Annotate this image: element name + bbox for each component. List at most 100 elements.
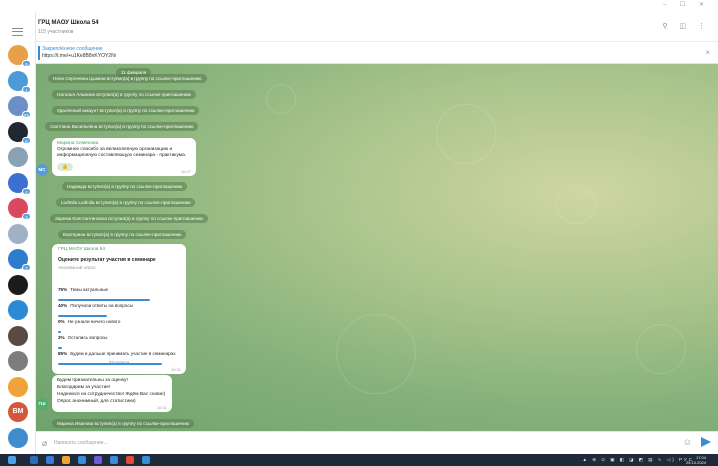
message-time: 10:27 [180, 169, 191, 174]
message-bubble[interactable]: Будем признательны за оценку! Благодарим… [52, 375, 172, 412]
chat-avatar[interactable] [8, 147, 28, 167]
member-count: 115 участников [38, 29, 74, 35]
avatar[interactable]: ГШ [36, 398, 48, 410]
chat-header[interactable]: ГРЦ МАОУ Школа 54 115 участников ⚲ ◫ ⋮ [36, 12, 718, 42]
unread-badge: 9 [22, 60, 31, 67]
service-message: Ludmila Ludmila вступил(а) в группу по с… [56, 198, 196, 207]
message-time: 10:31 [170, 367, 181, 372]
columns-icon[interactable]: ◫ [679, 23, 691, 30]
service-message: Марина Иванова вступил(а) в группу по сс… [52, 419, 195, 428]
taskbar-app-icon[interactable] [78, 456, 86, 464]
windows-start-icon[interactable] [8, 456, 16, 464]
window-controls[interactable]: – ☐ ✕ [663, 1, 710, 8]
taskbar-app-icon[interactable] [126, 456, 134, 464]
clock[interactable]: 17:04 25.10.2024 [686, 455, 706, 465]
service-message: Удаленный аккаунт вступил(а) в группу по… [52, 106, 200, 115]
poll-type: Анонимный опрос [58, 265, 96, 270]
message-area[interactable]: 11 февраля Нели Сергеевна Цыкина вступил… [36, 64, 718, 431]
chat-list-sidebar: 9 1 55 8 4 9 2 ВМ [0, 12, 36, 454]
avatar[interactable]: МС [36, 164, 48, 176]
chat-avatar[interactable]: 55 [8, 96, 31, 118]
message-composer: ⌀ Написать сообщение... ☺ [36, 431, 718, 454]
poll-option-percent: 0% [58, 319, 65, 324]
taskbar-app-icon[interactable] [142, 456, 150, 464]
emoji-icon[interactable]: ☺ [683, 437, 692, 447]
message-bubble[interactable]: Марина Семёнова Огромное спасибо за вели… [52, 138, 196, 176]
search-icon[interactable]: ⚲ [662, 23, 672, 30]
chat-avatar[interactable] [8, 376, 28, 397]
message-text: Опрос анонимный, для статистики) [57, 399, 136, 404]
taskbar-app-icon[interactable] [94, 456, 102, 464]
unread-badge: 1 [22, 85, 31, 93]
unread-badge: 8 [22, 136, 31, 144]
chat-title[interactable]: ГРЦ МАОУ Школа 54 [38, 20, 99, 26]
pinned-bar [38, 46, 40, 60]
sender-name[interactable]: Марина Семёнова [57, 141, 98, 146]
attach-icon[interactable]: ⌀ [42, 438, 47, 449]
wallpaper-doodle [556, 184, 596, 224]
service-message: Наталья Алыкина вступил(а) в группу по с… [52, 90, 196, 99]
poll-votes[interactable]: 33 голоса [52, 360, 186, 365]
unread-badge: 4 [22, 187, 31, 195]
wallpaper-doodle [266, 84, 296, 114]
service-message: Екатерина вступил(а) в группу по ссылке-… [58, 230, 187, 239]
poll-option-label: Остались вопросы [67, 335, 108, 340]
avatar-initials: ВМ [12, 408, 24, 415]
chat-avatar[interactable]: 1 [8, 70, 31, 93]
chat-avatar[interactable] [8, 223, 28, 244]
chat-avatar[interactable]: 2 [8, 249, 31, 271]
chat-avatar[interactable]: 9 [8, 45, 31, 67]
sender-name[interactable]: ГРЦ МАОУ Школа 54 [58, 247, 105, 252]
wallpaper-doodle [636, 324, 686, 374]
pinned-title: Закреплённое сообщение [42, 46, 103, 52]
poll-option-percent: 3% [58, 335, 65, 340]
os-taskbar: ▲ ⊕ ⊙ ▣ ◧ ◪ ◩ ▤ ∿ ◁) РУС 17:04 25.10.202… [0, 454, 718, 466]
unread-badge: 55 [21, 111, 31, 118]
poll-question: Оцените результат участия в семинаре [58, 257, 156, 263]
wallpaper-doodle [436, 104, 496, 164]
pinned-message[interactable]: Закреплённое сообщение https://t.me/+u1K… [36, 42, 718, 64]
poll-option-label: Темы актуальные [70, 287, 109, 292]
chat-avatar[interactable] [8, 427, 28, 448]
pinned-link[interactable]: https://t.me/+u1Ke8B8nKYOY2Ni [42, 53, 116, 59]
message-text: Благодарим за участие! [57, 385, 111, 390]
system-tray[interactable]: ▲ ⊕ ⊙ ▣ ◧ ◪ ◩ ▤ ∿ ◁) РУС [583, 457, 695, 463]
poll-option-percent: 75% [58, 287, 68, 292]
more-vert-icon[interactable]: ⋮ [698, 23, 710, 30]
window-titlebar: – ☐ ✕ [0, 0, 718, 12]
send-icon[interactable] [701, 437, 711, 447]
message-input[interactable]: Написать сообщение... [54, 440, 108, 446]
chat-avatar[interactable]: 4 [8, 172, 31, 195]
service-message: Зарема Константиновна вступил(а) в групп… [50, 214, 208, 223]
poll-option-percent: 40% [58, 303, 68, 308]
poll-option-label: Будем и дальше принимать участие в семин… [70, 351, 176, 356]
wallpaper-doodle [336, 314, 416, 394]
taskbar-app-icon[interactable] [62, 456, 70, 464]
taskbar-app-icon[interactable] [30, 456, 38, 464]
chat-avatar[interactable] [8, 351, 28, 371]
service-message: Нели Сергеевна Цыкина вступил(а) в групп… [48, 74, 207, 83]
reaction-badge[interactable]: 👍 [57, 163, 73, 171]
poll-option-label: Не узнали ничего нового [67, 319, 121, 324]
chat-avatar[interactable]: 9 [8, 198, 31, 220]
service-message: Надежда вступил(а) в группу по ссылке-пр… [62, 182, 188, 191]
chat-avatar[interactable]: 8 [8, 121, 31, 144]
message-time: 10:31 [156, 405, 167, 410]
menu-icon[interactable] [12, 28, 23, 36]
close-icon[interactable]: × [705, 48, 710, 57]
chat-avatar[interactable] [8, 325, 28, 346]
chat-avatar[interactable] [8, 274, 28, 295]
message-text: Надеемся на сотрудничество! Ждём Вас сно… [57, 392, 166, 397]
poll-option-label: Получили ответы на вопросы [70, 303, 133, 308]
poll-bubble[interactable]: ГРЦ МАОУ Школа 54 Оцените результат учас… [52, 244, 186, 374]
unread-badge: 9 [22, 213, 31, 220]
unread-badge: 2 [22, 264, 31, 271]
service-message: Светлана Васильевна вступил(а) в группу … [45, 122, 199, 131]
header-actions: ⚲ ◫ ⋮ [662, 22, 710, 30]
taskbar-app-icon[interactable] [46, 456, 54, 464]
chat-avatar[interactable]: ВМ [8, 402, 28, 422]
taskbar-app-icon[interactable] [110, 456, 118, 464]
chat-avatar[interactable] [8, 300, 28, 320]
poll-option-percent: 85% [58, 351, 68, 356]
message-text: информационную составляющую семинара - п… [57, 153, 187, 158]
